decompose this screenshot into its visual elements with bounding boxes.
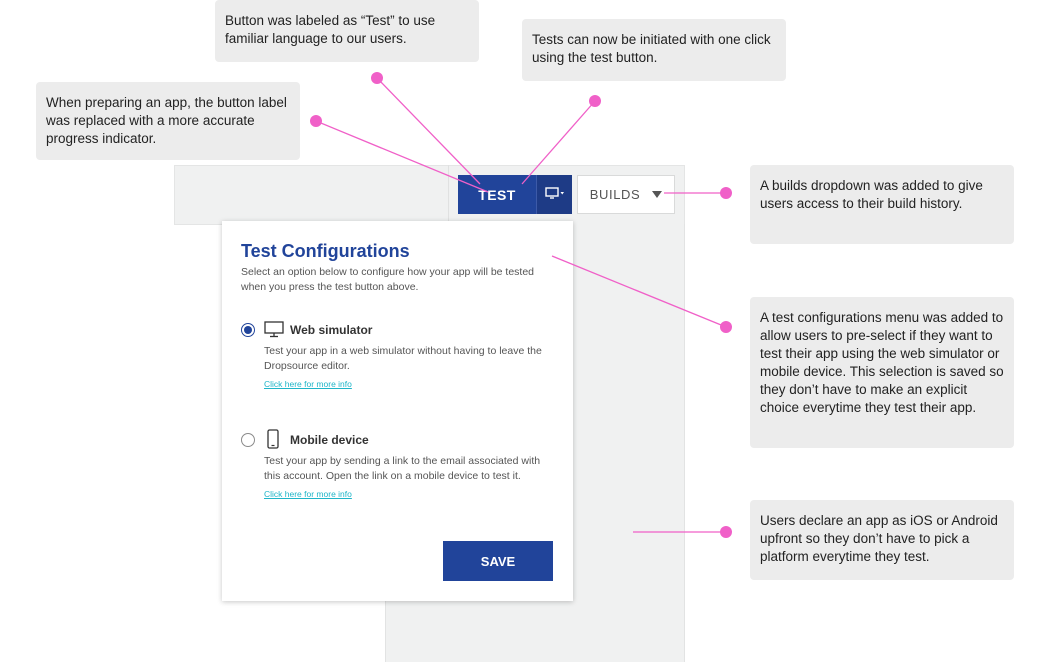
caret-down-icon (652, 191, 663, 198)
panel-title: Test Configurations (241, 241, 410, 261)
mobile-device-description: Test your app by sending a link to the e… (264, 455, 541, 482)
mobile-device-more-info-link[interactable]: Click here for more info (264, 489, 352, 499)
test-configurations-panel: Test Configurations Select an option bel… (222, 221, 573, 601)
monitor-icon (264, 321, 284, 343)
save-button[interactable]: SAVE (443, 541, 553, 581)
connector-dot (589, 95, 601, 107)
device-dropdown-button[interactable] (536, 175, 572, 214)
panel-description: Select an option below to configure how … (241, 266, 535, 293)
web-simulator-label: Web simulator (290, 323, 373, 337)
annotation-test-configurations: A test configurations menu was added to … (750, 297, 1014, 448)
connector-dot (720, 187, 732, 199)
builds-label: BUILDS (589, 187, 641, 202)
connector-dot (720, 321, 732, 333)
builds-dropdown[interactable]: BUILDS (577, 175, 675, 214)
connector-dot (720, 526, 732, 538)
annotation-button-label: Button was labeled as “Test” to use fami… (215, 0, 479, 62)
annotation-progress-indicator: When preparing an app, the button label … (36, 82, 300, 160)
monitor-icon (544, 187, 565, 202)
toolbar-divider (448, 165, 449, 225)
mobile-device-label: Mobile device (290, 433, 369, 447)
connector-dot (371, 72, 383, 84)
web-simulator-radio[interactable] (241, 323, 255, 337)
annotation-one-click: Tests can now be initiated with one clic… (522, 19, 786, 81)
web-simulator-description: Test your app in a web simulator without… (264, 345, 542, 372)
annotation-platform: Users declare an app as iOS or Android u… (750, 500, 1014, 580)
mobile-device-radio[interactable] (241, 433, 255, 447)
connector-dot (310, 115, 322, 127)
annotation-builds-dropdown: A builds dropdown was added to give user… (750, 165, 1014, 244)
web-simulator-more-info-link[interactable]: Click here for more info (264, 379, 352, 389)
phone-icon (267, 429, 279, 454)
test-button[interactable]: TEST (458, 175, 536, 214)
